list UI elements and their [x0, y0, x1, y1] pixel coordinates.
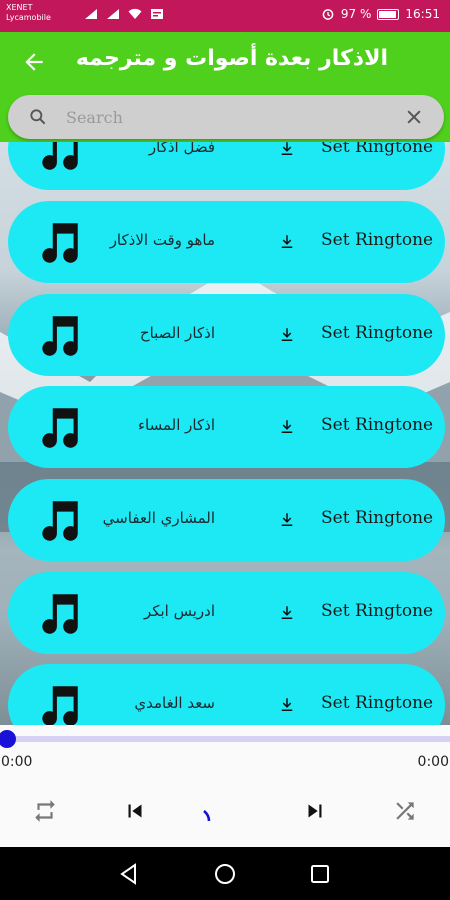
download-icon[interactable] — [278, 511, 296, 529]
ringtone-row[interactable]: ادريس ابكر Set Ringtone — [8, 572, 445, 654]
ringtone-row[interactable]: المشاري العفاسي Set Ringtone — [8, 479, 445, 561]
music-note-icon — [34, 217, 84, 267]
ringtone-row[interactable]: ماهو وقت الاذكار Set Ringtone — [8, 201, 445, 283]
set-ringtone-button[interactable]: Set Ringtone — [321, 415, 433, 435]
set-ringtone-button[interactable]: Set Ringtone — [321, 230, 433, 250]
page-title: الاذكار بعدة أصوات و مترجمه — [75, 46, 388, 71]
loading-indicator — [203, 810, 211, 822]
download-icon[interactable] — [278, 326, 296, 344]
carrier-line-2: Lycamobile — [6, 13, 51, 22]
back-nav-icon[interactable] — [117, 862, 141, 886]
set-ringtone-button[interactable]: Set Ringtone — [321, 323, 433, 343]
wifi-icon — [128, 8, 142, 20]
repeat-icon[interactable] — [32, 798, 58, 824]
set-ringtone-button[interactable]: Set Ringtone — [321, 693, 433, 713]
ringtone-title: ادريس ابكر — [143, 602, 215, 620]
ringtone-title: المشاري العفاسي — [102, 509, 215, 527]
home-nav-icon[interactable] — [213, 862, 237, 886]
close-icon[interactable] — [404, 107, 424, 127]
music-note-icon — [34, 402, 84, 452]
music-note-icon — [34, 680, 84, 725]
app-bar: الاذكار بعدة أصوات و مترجمه — [0, 32, 450, 142]
music-note-icon — [34, 142, 84, 174]
download-icon[interactable] — [278, 142, 296, 158]
signal-icon — [84, 8, 98, 20]
ringtone-row[interactable]: سعد الغامدي Set Ringtone — [8, 664, 445, 725]
download-icon[interactable] — [278, 604, 296, 622]
ringtone-title: سعد الغامدي — [134, 694, 215, 712]
search-bar[interactable] — [8, 95, 444, 139]
alarm-icon — [321, 8, 335, 20]
skip-next-icon[interactable] — [302, 798, 328, 824]
shuffle-icon[interactable] — [392, 798, 418, 824]
ringtone-title: اذكار المساء — [138, 416, 215, 434]
seek-bar[interactable] — [6, 736, 450, 742]
ringtone-title: ماهو وقت الاذكار — [109, 231, 215, 249]
ringtone-row[interactable]: فضل اذكار Set Ringtone — [8, 142, 445, 190]
music-note-icon — [34, 310, 84, 360]
status-right: 97 % 16:51 — [321, 7, 440, 21]
carrier-line-1: XENET — [6, 3, 33, 12]
download-icon[interactable] — [278, 696, 296, 714]
battery-percent: 97 % — [340, 7, 372, 21]
elapsed-time: 0:00 — [1, 754, 33, 770]
ringtone-title: فضل اذكار — [148, 142, 215, 156]
signal-icon-2 — [106, 8, 120, 20]
audio-player: 0:00 0:00 — [0, 725, 450, 847]
download-icon[interactable] — [278, 233, 296, 251]
ringtone-list[interactable]: فضل اذكار Set Ringtone ماهو وقت الاذكار … — [0, 142, 450, 725]
carrier-label: XENET Lycamobile — [6, 3, 51, 23]
set-ringtone-button[interactable]: Set Ringtone — [321, 601, 433, 621]
music-note-icon — [34, 588, 84, 638]
ringtone-row[interactable]: اذكار الصباح Set Ringtone — [8, 294, 445, 376]
search-input[interactable] — [66, 103, 386, 131]
clock: 16:51 — [405, 7, 440, 21]
system-nav-bar — [0, 847, 450, 900]
battery-icon — [377, 8, 400, 20]
seek-thumb[interactable] — [0, 730, 16, 748]
search-icon — [30, 109, 46, 125]
duration-time: 0:00 — [417, 754, 449, 770]
set-ringtone-button[interactable]: Set Ringtone — [321, 508, 433, 528]
back-button[interactable] — [18, 46, 50, 78]
skip-previous-icon[interactable] — [122, 798, 148, 824]
music-note-icon — [34, 495, 84, 545]
status-icons — [84, 8, 164, 20]
message-icon — [150, 8, 164, 20]
download-icon[interactable] — [278, 418, 296, 436]
ringtone-title: اذكار الصباح — [139, 324, 215, 342]
recents-nav-icon[interactable] — [308, 862, 332, 886]
ringtone-row[interactable]: اذكار المساء Set Ringtone — [8, 386, 445, 468]
set-ringtone-button[interactable]: Set Ringtone — [321, 142, 433, 157]
status-bar: XENET Lycamobile 97 % 16:51 — [0, 0, 450, 32]
arrow-left-icon — [25, 53, 43, 71]
